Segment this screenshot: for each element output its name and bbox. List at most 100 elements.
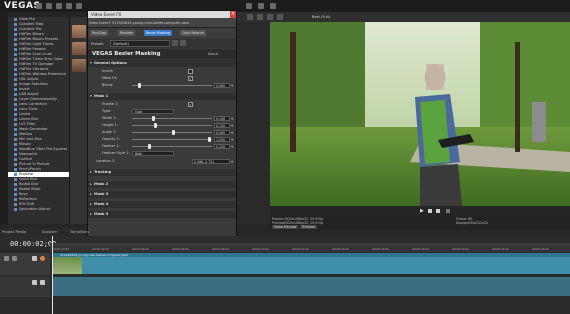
section-general-options[interactable]: ▾ General Options	[88, 60, 236, 67]
chip-color-balance[interactable]: Color Balance	[180, 30, 207, 36]
ruler-tick-label: 00:00:22;00	[492, 247, 510, 251]
new-project-icon[interactable]	[36, 3, 42, 9]
preset-thumbnail[interactable]	[72, 42, 86, 55]
feather-slider-knob[interactable]	[148, 144, 151, 149]
section-mask-5[interactable]: ▸ Mask 5	[88, 211, 236, 218]
overlay-button[interactable]	[270, 3, 276, 9]
blend-value[interactable]: 0.000	[214, 83, 230, 88]
keyframe-icon[interactable]: ⌖	[231, 130, 235, 135]
param-invert: Invert:	[88, 68, 236, 75]
enable-1-checkbox[interactable]	[188, 102, 193, 107]
pause-icon[interactable]	[428, 209, 432, 213]
split-screen-button[interactable]	[258, 3, 264, 9]
stop-icon[interactable]	[436, 209, 440, 213]
param-opacity-1: Opacity 1: 1.000 ⌖	[88, 136, 236, 143]
chip-mediate[interactable]: Mediate	[118, 30, 135, 36]
tab-explorer[interactable]: Explorer	[42, 229, 57, 235]
chip-pan-crop[interactable]: Pan/Crop	[90, 30, 109, 36]
fx-plugin-icon	[14, 63, 17, 66]
mask-fx-checkbox[interactable]	[188, 76, 193, 81]
feather-style-dropdown[interactable]: Both	[132, 151, 174, 156]
width-slider-knob[interactable]	[152, 116, 155, 121]
invert-checkbox[interactable]	[188, 69, 193, 74]
opacity-slider-track[interactable]	[132, 139, 212, 140]
section-mask-4[interactable]: ▸ Mask 4	[88, 201, 236, 208]
delete-preset-icon[interactable]	[180, 40, 186, 46]
close-icon[interactable]: ×	[230, 11, 236, 18]
opacity-slider-knob[interactable]	[208, 137, 211, 142]
save-icon[interactable]	[56, 3, 62, 9]
undo-icon[interactable]	[66, 3, 72, 9]
prev-frame-icon[interactable]	[446, 209, 450, 213]
fx-plugin-icon	[14, 208, 17, 211]
play-icon[interactable]: ▶	[420, 209, 426, 214]
video-preview-button[interactable]: Video Preview	[272, 225, 299, 229]
title-bar: VEGAS	[0, 0, 570, 12]
preview-quality-dropdown[interactable]: Best (Full)	[312, 14, 330, 20]
ruler-tick-label: 00:00:12;00	[292, 247, 310, 251]
playhead-cursor[interactable]	[52, 236, 53, 314]
tab-project-media[interactable]: Project Media	[2, 229, 26, 235]
fx-list-item[interactable]: Saturation Adjust	[8, 207, 69, 212]
preset-dropdown[interactable]: (Default)	[110, 40, 170, 47]
audio-event-clip[interactable]	[52, 277, 570, 296]
feather-value[interactable]: 0.220	[214, 144, 230, 149]
height-slider-track[interactable]	[132, 125, 212, 126]
split-view-icon[interactable]	[257, 14, 263, 20]
section-mask-1[interactable]: ▾ Mask 1	[88, 93, 236, 100]
location-value[interactable]: 0.366, 0.721	[192, 159, 230, 164]
keyframe-icon[interactable]: ⌖	[231, 116, 235, 121]
solo-icon[interactable]	[40, 256, 45, 261]
fx-plugin-icon	[14, 148, 17, 151]
audio-mute-icon[interactable]	[32, 280, 37, 285]
param-label: Invert:	[102, 69, 114, 73]
mute-icon[interactable]	[32, 256, 37, 261]
preset-thumbnail[interactable]	[72, 25, 86, 38]
preview-settings-icon[interactable]	[247, 14, 253, 20]
tab-transitions[interactable]: Transitions	[70, 229, 89, 235]
section-mask-2[interactable]: ▸ Mask 2	[88, 181, 236, 188]
overlays-icon[interactable]	[267, 14, 273, 20]
param-label: Mask FX:	[102, 76, 118, 80]
param-height-1: Height 1: 0.120 ⌖	[88, 122, 236, 129]
type-dropdown[interactable]: Oval	[132, 109, 174, 114]
keyframe-icon[interactable]: ⌖	[231, 83, 235, 88]
open-icon[interactable]	[46, 3, 52, 9]
fx-plugin-icon	[14, 183, 17, 186]
redo-icon[interactable]	[76, 3, 82, 9]
chip-bezier-masking[interactable]: Bezier Masking	[144, 30, 173, 36]
param-label: Feather Style 1:	[102, 151, 130, 155]
section-mask-3[interactable]: ▸ Mask 3	[88, 191, 236, 198]
audio-solo-icon[interactable]	[40, 280, 45, 285]
preset-thumbnail[interactable]	[72, 59, 86, 72]
keyframe-icon[interactable]: ⌖	[231, 137, 235, 142]
track-motion-icon[interactable]	[4, 256, 9, 261]
audio-track-header[interactable]	[0, 277, 50, 297]
width-slider-track[interactable]	[132, 118, 212, 119]
blend-slider-track[interactable]	[132, 85, 212, 86]
width-value[interactable]: 0.106	[214, 116, 230, 121]
keyframe-icon[interactable]: ⌖	[231, 159, 235, 164]
video-track-header[interactable]	[0, 253, 50, 275]
height-value[interactable]: 0.120	[214, 123, 230, 128]
save-preset-icon[interactable]	[172, 40, 178, 46]
fx-plugin-icon	[14, 178, 17, 181]
opacity-value[interactable]: 1.000	[214, 137, 230, 142]
about-link[interactable]: About	[208, 51, 218, 57]
copy-snapshot-icon[interactable]	[277, 14, 283, 20]
app-logo: VEGAS	[4, 1, 41, 11]
section-tracking[interactable]: ▸ Tracking	[88, 169, 236, 176]
feather-slider-track[interactable]	[132, 146, 212, 147]
keyframe-icon[interactable]: ⌖	[231, 123, 235, 128]
fx-plugin-icon	[14, 83, 17, 86]
fx-plugin-icon	[14, 188, 17, 191]
fx-plugin-icon	[14, 73, 17, 76]
blend-slider-knob[interactable]	[138, 83, 141, 88]
keyframe-icon[interactable]: ⌖	[231, 144, 235, 149]
track-fx-icon[interactable]	[12, 256, 17, 261]
height-slider-knob[interactable]	[154, 123, 157, 128]
trimmer-button[interactable]: Trimmer	[300, 225, 318, 229]
preview-button[interactable]	[246, 3, 252, 9]
angle-slider-knob[interactable]	[172, 130, 175, 135]
angle-value[interactable]: 0.000	[214, 130, 230, 135]
